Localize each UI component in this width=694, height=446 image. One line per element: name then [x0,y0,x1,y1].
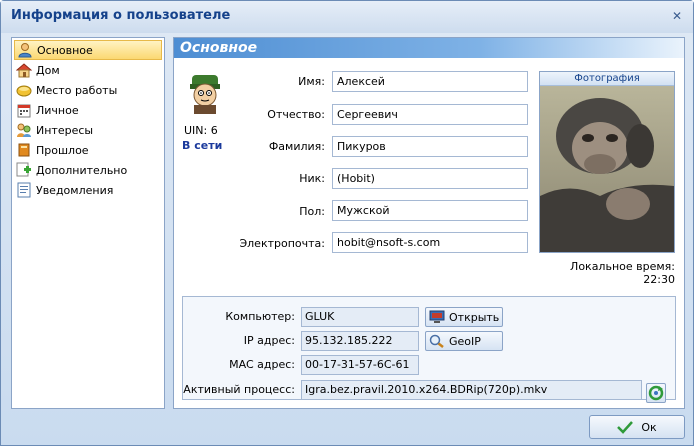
photo-title: Фотография [540,72,674,86]
sidebar-item-home[interactable]: Дом [14,60,162,80]
section-header: Основное [174,38,684,58]
gender-field[interactable]: Мужской [332,200,528,221]
sidebar-item-label: Дополнительно [36,163,128,177]
process-field[interactable]: Igra.bez.pravil.2010.x264.BDRip(720p).mk… [301,380,642,400]
first-name-field[interactable]: Алексей [332,71,528,92]
open-button[interactable]: Открыть [425,307,503,327]
nick-label: Ник: [299,172,325,185]
sidebar: Основное Дом Место работы Личное Интерес… [11,37,165,409]
magnifier-icon [429,334,444,348]
uin-info: UIN: 6 [184,124,218,137]
user-photo [540,86,674,252]
geoip-button-label: GeoIP [449,334,481,348]
sidebar-item-basic[interactable]: Основное [14,40,162,60]
refresh-button[interactable] [646,383,666,403]
middle-name-label: Отчество: [267,108,325,121]
gender-label: Пол: [299,205,325,218]
computer-icon [429,310,445,323]
sidebar-item-label: Уведомления [36,183,114,197]
local-time: Локальное время: 22:30 [570,260,675,286]
sidebar-item-label: Основное [37,43,93,57]
ok-button[interactable]: Ок [589,415,685,439]
interests-icon [17,123,31,137]
nick-field[interactable]: (Hobit) [332,168,528,189]
main-panel: Основное UIN: 6 В сети Имя: Алексей Отче… [173,37,685,409]
uin-label: UIN: [184,124,208,137]
geoip-button[interactable]: GeoIP [425,331,503,351]
checkmark-icon [617,421,634,434]
home-icon [16,63,32,78]
ok-button-label: Ок [641,420,657,434]
sidebar-item-label: Интересы [36,123,94,137]
refresh-icon [648,385,664,401]
computer-label: Компьютер: [225,310,295,323]
sidebar-item-label: Дом [36,63,60,77]
sidebar-item-additional[interactable]: Дополнительно [14,160,162,180]
network-panel: Компьютер: GLUK Открыть IP адрес: 95.132… [182,296,676,403]
email-label: Электропочта: [239,237,325,250]
uin-value: 6 [210,124,218,137]
mac-label: MAC адрес: [229,358,295,371]
book-icon [18,143,30,157]
user-info-window: Информация о пользователе ✕ Основное Дом [0,0,694,446]
window-title: Информация о пользователе [11,8,231,23]
sidebar-item-label: Личное [36,103,79,117]
close-icon[interactable]: ✕ [669,9,685,25]
title-bar[interactable]: Информация о пользователе ✕ [1,1,693,33]
sidebar-item-notifications[interactable]: Уведомления [14,180,162,200]
middle-name-field[interactable]: Сергеевич [332,104,528,125]
ip-label: IP адрес: [243,334,295,347]
sidebar-item-label: Место работы [36,83,118,97]
sidebar-item-work[interactable]: Место работы [14,80,162,100]
last-name-label: Фамилия: [268,140,325,153]
sidebar-item-personal[interactable]: Личное [14,100,162,120]
photo-panel: Фотография [539,71,675,253]
process-label: Активный процесс: [183,383,295,396]
calendar-icon [17,104,31,118]
user-icon [18,43,32,58]
work-icon [16,85,32,97]
mac-field[interactable]: 00-17-31-57-6C-61 [301,355,419,375]
first-name-label: Имя: [298,75,325,88]
sidebar-item-interests[interactable]: Интересы [14,120,162,140]
notes-icon [17,182,31,198]
sidebar-item-past[interactable]: Прошлое [14,140,162,160]
plus-icon [16,162,31,177]
last-name-field[interactable]: Пикуров [332,136,528,157]
email-field[interactable]: hobit@nsoft-s.com [332,232,528,253]
computer-field[interactable]: GLUK [301,307,419,327]
open-button-label: Открыть [449,310,500,324]
ip-field[interactable]: 95.132.185.222 [301,331,419,351]
sidebar-item-label: Прошлое [36,143,89,157]
